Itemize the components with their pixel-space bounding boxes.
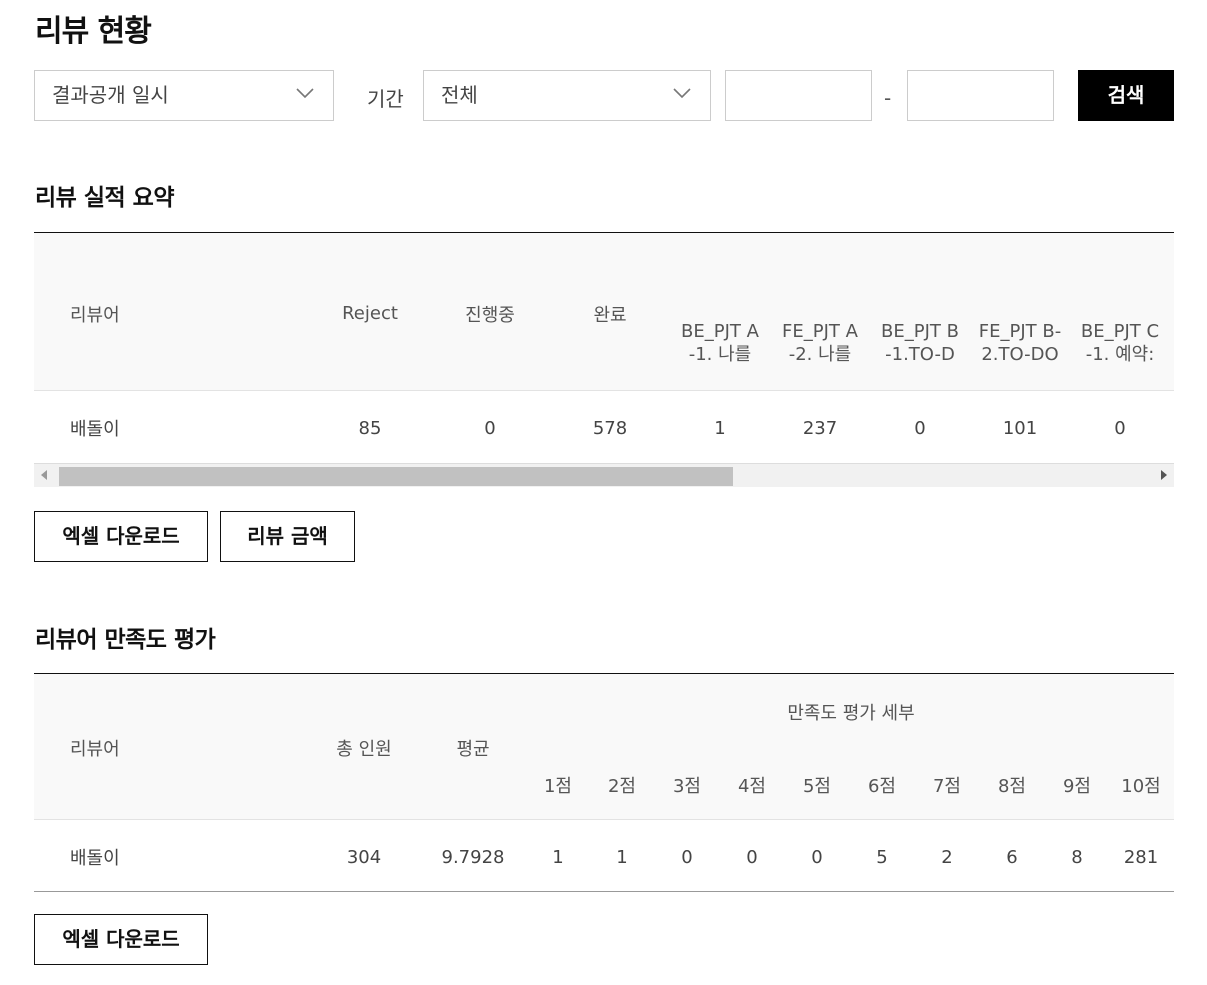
col-score-6: 6점 xyxy=(867,776,896,797)
col-in-progress: 진행중 xyxy=(465,305,515,326)
satisfaction-excel-download-button[interactable]: 엑셀 다운로드 xyxy=(34,914,208,965)
cell-score-8: 6 xyxy=(1006,847,1018,868)
date-range-separator: - xyxy=(884,86,892,110)
cell-reviewer: 배돌이 xyxy=(70,848,120,869)
cell-score-9: 8 xyxy=(1071,847,1083,868)
chevron-down-icon xyxy=(296,88,314,99)
period-value: 전체 xyxy=(441,83,478,107)
chevron-down-icon xyxy=(673,88,691,99)
arrow-right-icon[interactable] xyxy=(1161,470,1167,480)
col-detail: 만족도 평가 세부 xyxy=(787,703,915,724)
cell-score-2: 1 xyxy=(616,847,628,868)
col-score-4: 4점 xyxy=(737,776,766,797)
period-select[interactable]: 전체 xyxy=(423,70,711,121)
cell-project-3: 0 xyxy=(914,418,926,439)
cell-score-7: 2 xyxy=(941,847,953,868)
cell-done: 578 xyxy=(592,418,628,439)
satisfaction-section-title: 리뷰어 만족도 평가 xyxy=(35,627,216,653)
col-reviewer: 리뷰어 xyxy=(70,305,120,326)
col-project-3: BE_PJT B -1.TO-D xyxy=(881,321,959,365)
search-button[interactable]: 검색 xyxy=(1078,70,1174,121)
cell-average: 9.7928 xyxy=(441,847,505,868)
col-score-8: 8점 xyxy=(997,776,1026,797)
row-divider xyxy=(34,390,1174,391)
cell-score-5: 0 xyxy=(811,847,823,868)
cell-score-1: 1 xyxy=(552,847,564,868)
summary-section-title: 리뷰 실적 요약 xyxy=(35,185,174,211)
col-score-5: 5점 xyxy=(802,776,831,797)
col-done: 완료 xyxy=(593,305,627,326)
col-project-4: FE_PJT B- 2.TO-DO xyxy=(978,321,1062,365)
cell-project-2: 237 xyxy=(802,418,838,439)
cell-project-4: 101 xyxy=(1002,418,1038,439)
col-reject: Reject xyxy=(342,303,398,324)
col-project-1: BE_PJT A -1. 나를 xyxy=(681,321,759,365)
cell-score-6: 5 xyxy=(876,847,888,868)
col-score-9: 9점 xyxy=(1062,776,1091,797)
arrow-left-icon[interactable] xyxy=(41,470,47,480)
start-date-input[interactable] xyxy=(725,70,872,121)
cell-reviewer: 배돌이 xyxy=(70,419,120,440)
col-average: 평균 xyxy=(456,739,490,760)
cell-score-3: 0 xyxy=(681,847,693,868)
cell-score-4: 0 xyxy=(746,847,758,868)
page-title: 리뷰 현황 xyxy=(35,14,152,49)
satisfaction-table: 리뷰어 총 인원 평균 만족도 평가 세부 1점 2점 3점 4점 5점 6점 … xyxy=(34,673,1174,892)
cell-project-5: 0 xyxy=(1114,418,1126,439)
col-project-5: BE_PJT C -1. 예약: xyxy=(1080,321,1160,365)
col-reviewer: 리뷰어 xyxy=(70,739,120,760)
col-score-3: 3점 xyxy=(672,776,701,797)
end-date-input[interactable] xyxy=(907,70,1054,121)
date-type-select[interactable]: 결과공개 일시 xyxy=(34,70,334,121)
col-score-1: 1점 xyxy=(543,776,572,797)
row-divider xyxy=(34,819,1174,820)
col-score-2: 2점 xyxy=(607,776,636,797)
summary-excel-download-button[interactable]: 엑셀 다운로드 xyxy=(34,511,208,562)
summary-table: 리뷰어 Reject 진행중 완료 BE_PJT A -1. 나를 FE_PJT … xyxy=(34,232,1174,463)
scroll-thumb[interactable] xyxy=(59,467,733,486)
review-amount-button[interactable]: 리뷰 금액 xyxy=(220,511,355,562)
col-total: 총 인원 xyxy=(336,739,392,760)
period-label: 기간 xyxy=(367,87,404,111)
col-project-2: FE_PJT A -2. 나를 xyxy=(782,321,858,365)
cell-total: 304 xyxy=(346,847,382,868)
cell-project-1: 1 xyxy=(714,418,726,439)
cell-in-progress: 0 xyxy=(484,418,496,439)
date-type-value: 결과공개 일시 xyxy=(52,83,169,107)
cell-score-10: 281 xyxy=(1123,847,1159,868)
col-score-7: 7점 xyxy=(932,776,961,797)
summary-table-scrollbar[interactable] xyxy=(34,463,1174,487)
cell-reject: 85 xyxy=(358,418,382,439)
col-score-10: 10점 xyxy=(1121,776,1161,797)
